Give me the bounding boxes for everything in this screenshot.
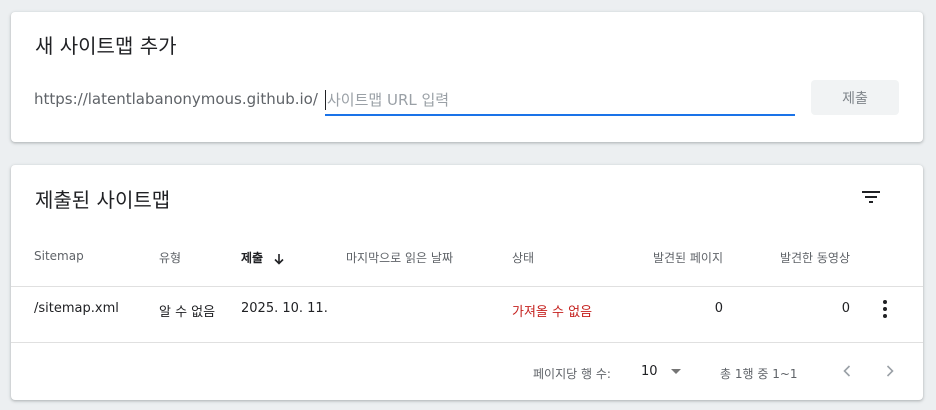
arrow-down-icon <box>274 253 284 265</box>
chevron-left-icon[interactable] <box>835 359 859 383</box>
cell-pages: 0 <box>714 301 723 316</box>
rows-per-page-select[interactable]: 10 <box>639 363 687 381</box>
add-sitemap-title: 새 사이트맵 추가 <box>35 34 177 58</box>
column-header-sitemap[interactable]: Sitemap <box>34 249 84 263</box>
rows-per-page-label: 페이지당 행 수: <box>533 367 611 381</box>
column-header-type[interactable]: 유형 <box>159 249 181 266</box>
url-prefix: https://latentlabanonymous.github.io/ <box>34 90 318 108</box>
rows-per-page-value: 10 <box>641 364 658 379</box>
add-sitemap-card: 새 사이트맵 추가 https://latentlabanonymous.git… <box>11 12 923 142</box>
sitemap-url-input[interactable] <box>327 88 787 112</box>
column-header-submitted-label: 제출 <box>241 251 264 265</box>
row-divider <box>11 342 923 343</box>
column-header-status[interactable]: 상태 <box>512 249 534 266</box>
dropdown-arrow-icon <box>671 369 681 374</box>
submitted-sitemaps-title: 제출된 사이트맵 <box>35 188 171 212</box>
column-header-last-read[interactable]: 마지막으로 읽은 날짜 <box>346 249 453 266</box>
submitted-sitemaps-card: 제출된 사이트맵 Sitemap 유형 제출 마지막으로 읽은 날짜 상태 발견… <box>11 165 923 400</box>
more-vert-icon[interactable] <box>875 298 895 320</box>
column-header-submitted[interactable]: 제출 <box>241 249 285 266</box>
cell-videos: 0 <box>841 301 850 316</box>
header-divider <box>11 286 923 287</box>
text-caret <box>325 90 326 110</box>
cell-sitemap[interactable]: /sitemap.xml <box>34 301 119 316</box>
cell-submitted: 2025. 10. 11. <box>241 301 328 316</box>
column-header-videos[interactable]: 발견한 동영상 <box>740 249 850 266</box>
column-header-pages[interactable]: 발견된 페이지 <box>613 249 723 266</box>
cell-type: 알 수 없음 <box>159 305 216 320</box>
filter-icon[interactable] <box>859 185 883 209</box>
submit-button[interactable]: 제출 <box>811 80 899 115</box>
cell-status: 가져올 수 없음 <box>512 305 593 320</box>
chevron-right-icon[interactable] <box>878 359 902 383</box>
page-range-text: 총 1행 중 1~1 <box>720 367 798 381</box>
sitemap-url-field[interactable] <box>325 88 795 116</box>
